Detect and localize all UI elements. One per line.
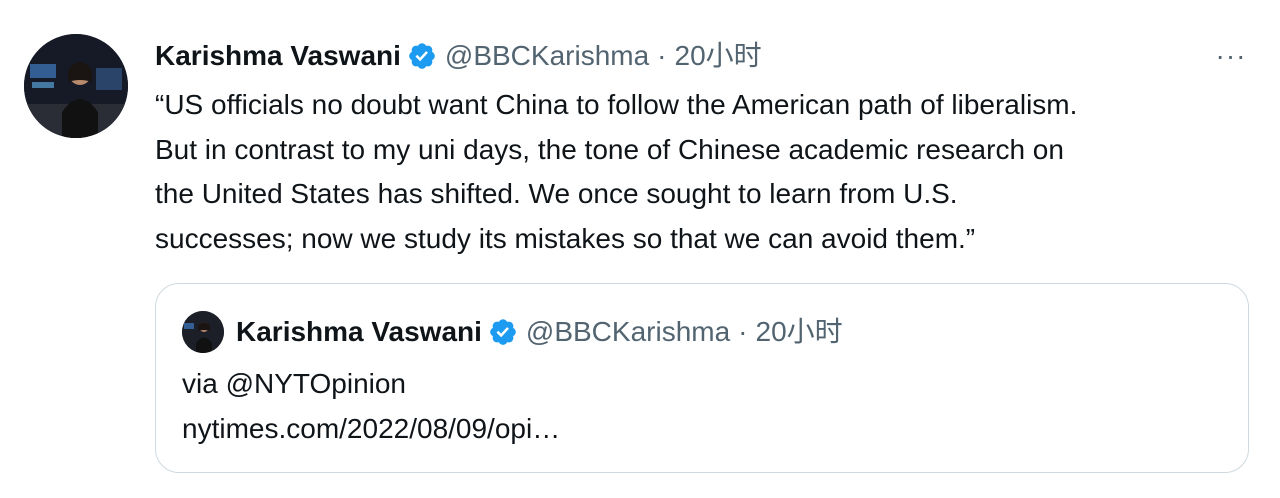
separator-dot: · xyxy=(738,316,748,347)
tweet-timestamp[interactable]: 20小时 xyxy=(675,36,762,76)
more-dots-icon[interactable]: ··· xyxy=(1206,40,1256,72)
author-handle[interactable]: @BBCKarishma xyxy=(445,36,649,76)
quoted-tweet-header: Karishma Vaswani @BBCKarishma · 20小时 xyxy=(236,312,843,352)
quoted-tweet-text: via @NYTOpinion nytimes.com/2022/08/09/o… xyxy=(182,362,560,451)
author-avatar[interactable] xyxy=(24,34,128,138)
quoted-tweet-text-line: via @NYTOpinion xyxy=(182,368,406,399)
tweet-header: Karishma Vaswani @BBCKarishma · 20小时 xyxy=(155,36,762,76)
quoted-author-handle: @BBCKarishma xyxy=(525,316,731,347)
verified-badge-icon xyxy=(407,41,437,71)
verified-badge-icon xyxy=(488,317,518,347)
tweet-text-line: “US officials no doubt want China to fol… xyxy=(155,89,1078,120)
author-name[interactable]: Karishma Vaswani xyxy=(155,36,401,76)
quoted-author-name: Karishma Vaswani xyxy=(236,316,482,347)
quoted-author-avatar xyxy=(182,311,224,353)
quoted-tweet-timestamp: 20小时 xyxy=(755,316,843,347)
tweet-text-line: But in contrast to my uni days, the tone… xyxy=(155,133,1064,165)
tweet-text-line: the United States has shifted. We once s… xyxy=(155,178,958,209)
separator-dot: · xyxy=(657,40,667,71)
quoted-tweet-link[interactable]: nytimes.com/2022/08/09/opi… xyxy=(182,407,560,452)
tweet-text-line: successes; now we study its mistakes so … xyxy=(155,222,976,254)
quoted-tweet-card[interactable]: Karishma Vaswani @BBCKarishma · 20小时 via… xyxy=(155,283,1249,473)
tweet-text: “US officials no doubt want China to fol… xyxy=(155,83,1265,261)
tweet[interactable]: Karishma Vaswani @BBCKarishma · 20小时 ···… xyxy=(0,0,1280,498)
